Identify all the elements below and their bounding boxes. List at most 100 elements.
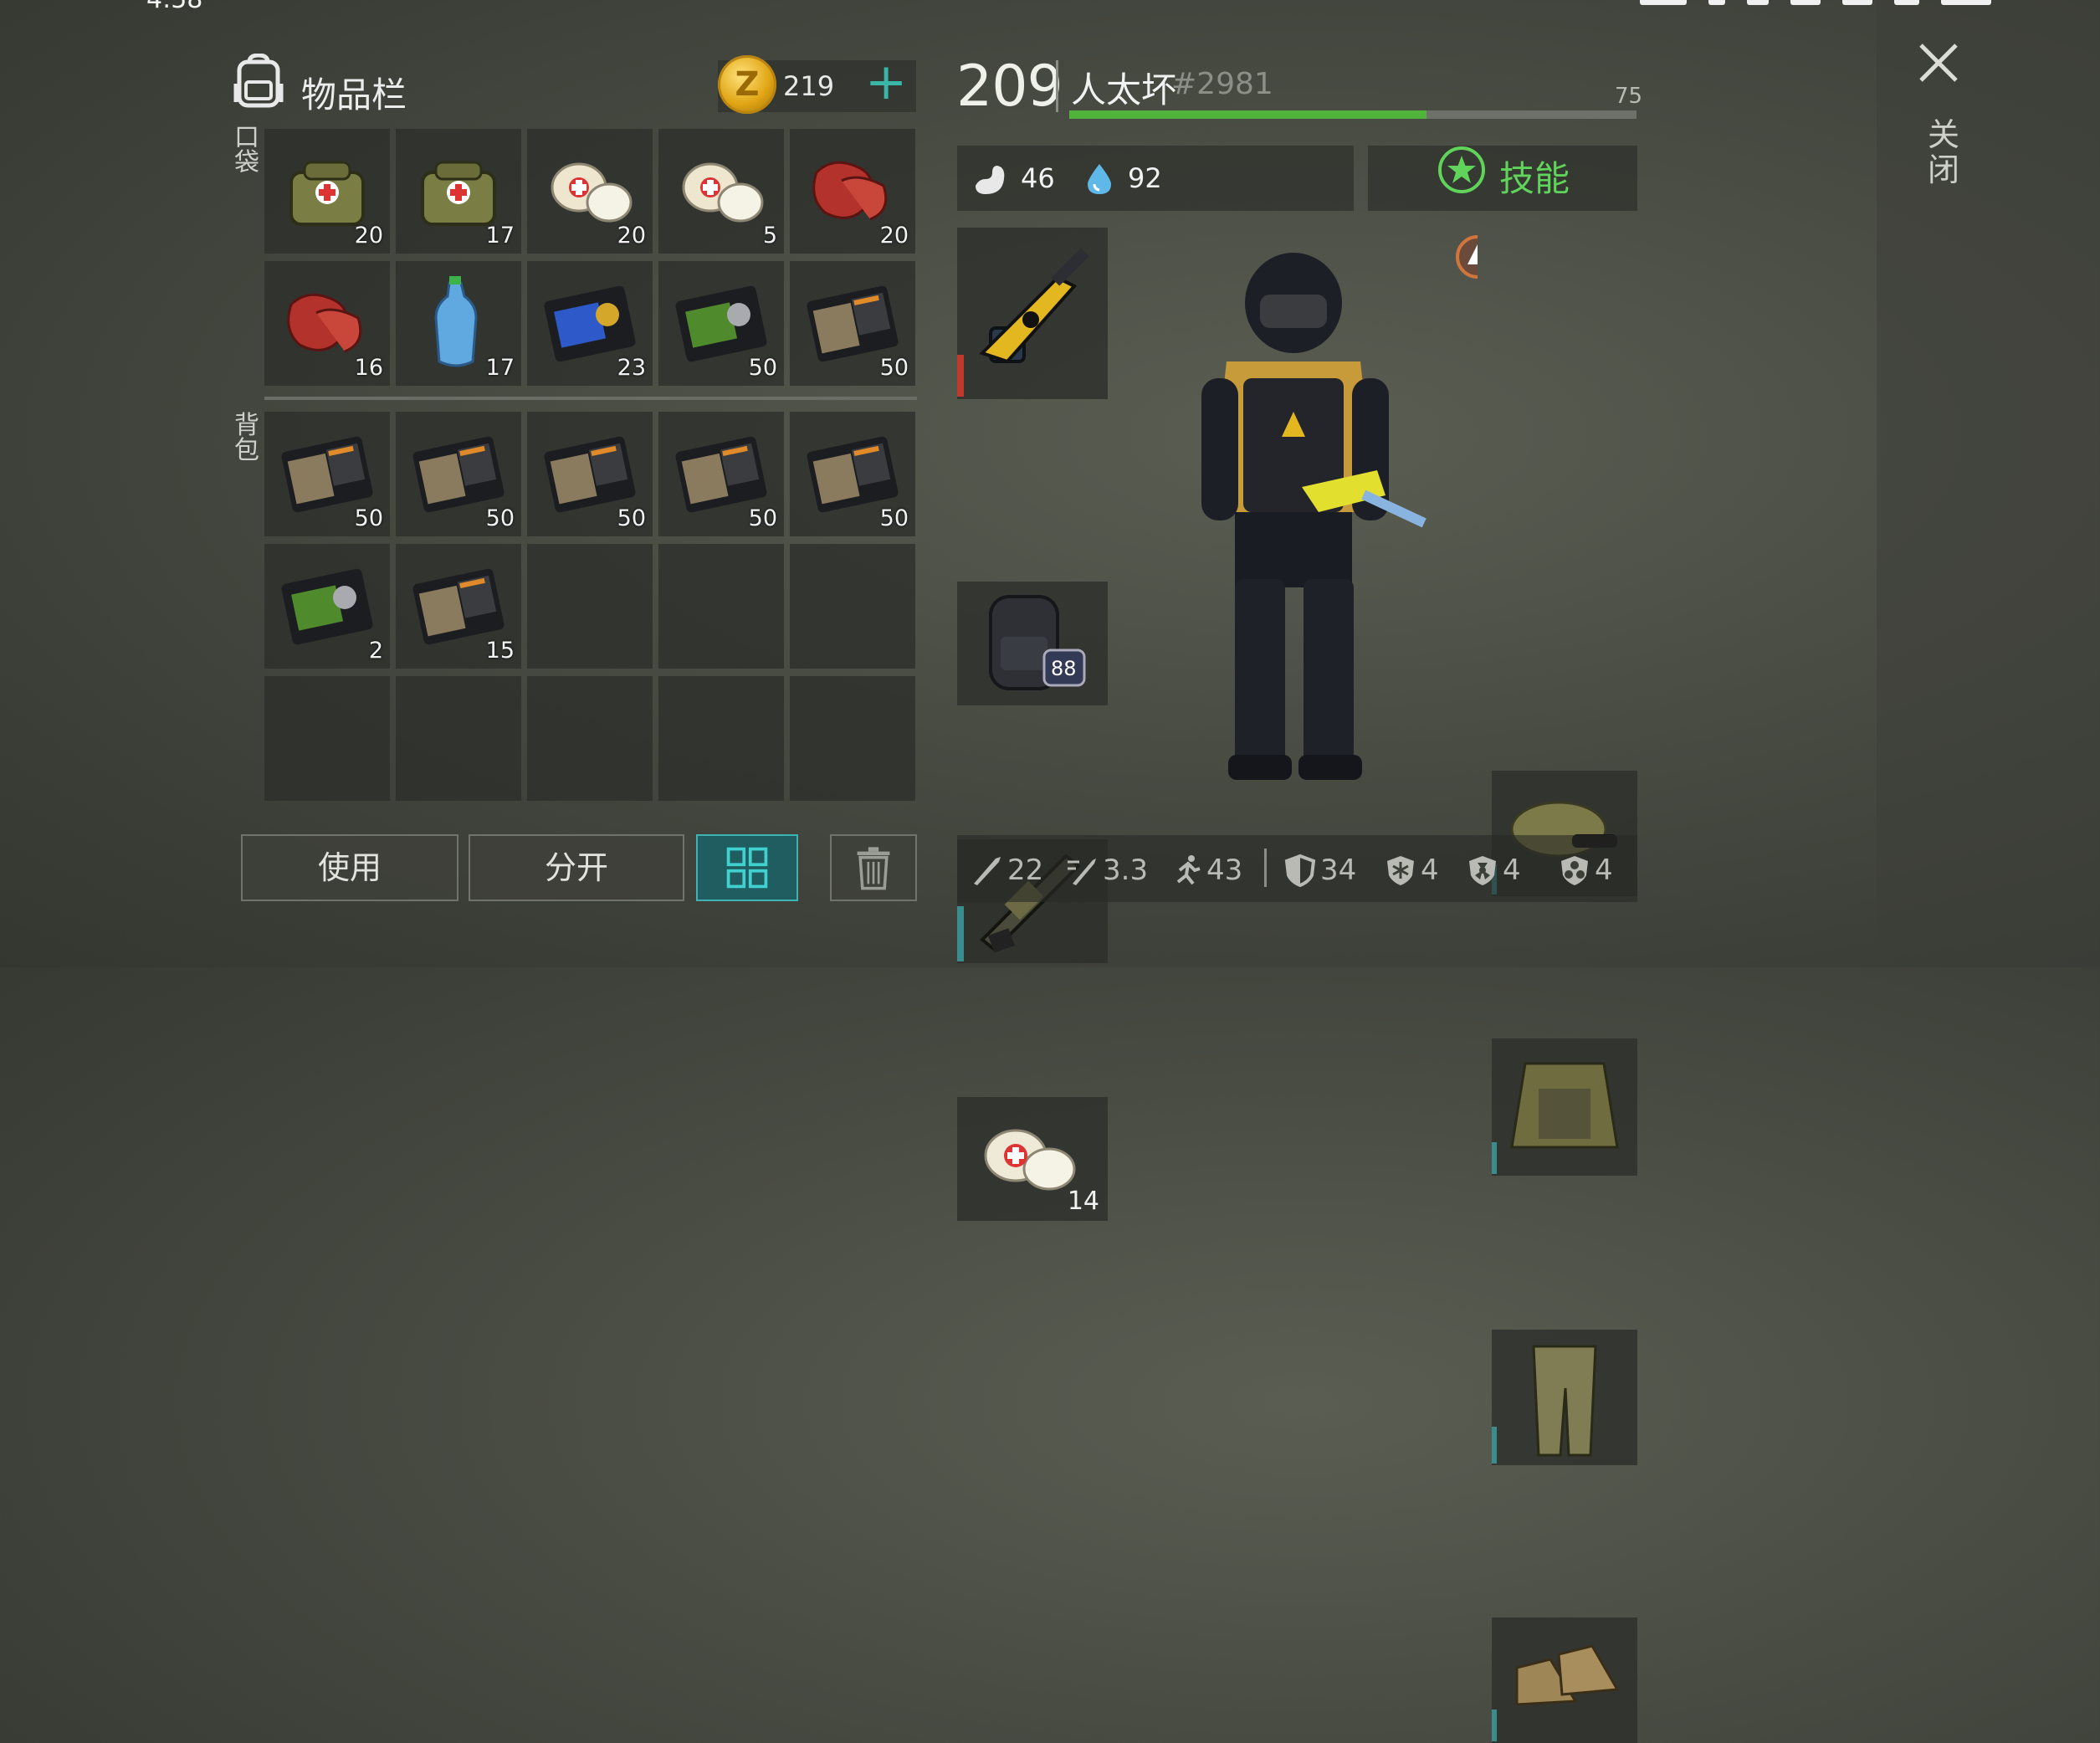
boots-icon (1515, 1644, 1620, 1706)
coin-icon: Z (718, 55, 776, 114)
player-id: #2981 (1171, 67, 1273, 101)
backpack-gear-icon (989, 595, 1086, 690)
backpack-slot-empty[interactable] (790, 544, 915, 669)
backpack-slot-empty[interactable] (658, 676, 784, 801)
smg-weapon-icon (979, 248, 1089, 364)
item-quantity: 5 (762, 223, 777, 249)
backpack-slot-empty[interactable] (527, 676, 653, 801)
stomach-icon (976, 166, 1005, 194)
backpack-slot-empty[interactable] (527, 544, 653, 669)
knife-icon (974, 857, 1001, 885)
item-quantity: 50 (748, 355, 777, 381)
item-quantity: 50 (879, 505, 909, 531)
bio-resist-value: 4 (1595, 854, 1613, 887)
backpack-slot-patrol-officer-card[interactable]: 50 (790, 412, 915, 536)
weapon-slot[interactable] (957, 228, 1108, 399)
armor-value: 34 (1320, 854, 1357, 887)
item-quantity: 17 (485, 355, 515, 381)
item-quantity: 15 (485, 638, 515, 664)
cold-resist-value: 4 (1421, 854, 1439, 887)
move-speed-value: 43 (1206, 854, 1243, 887)
stats-bar: 22 3.3 43 34 4 4 4 (957, 835, 1637, 902)
pocket-slot-bandage[interactable]: 5 (658, 129, 784, 254)
running-icon (1176, 855, 1201, 885)
pocket-slot-police-badge-blue[interactable]: 23 (527, 261, 653, 386)
header-separator (1056, 60, 1058, 112)
xp-max-level: 75 (1615, 84, 1643, 109)
stat-bio-resist: 4 (1558, 854, 1613, 887)
backpack-slot-empty[interactable] (790, 676, 915, 801)
backpack-slot-empty[interactable] (396, 676, 521, 801)
player-name: 人太坏 (1071, 69, 1177, 110)
delete-button[interactable] (830, 834, 917, 901)
pocket-grid: 20 17 20 5 20 16 17 23 50 50 (264, 129, 915, 386)
body-slot[interactable] (1492, 1038, 1637, 1176)
add-coins-button[interactable]: + (865, 57, 907, 109)
backpack-slot-id-card-green[interactable]: 2 (264, 544, 390, 669)
close-label[interactable]: 关闭 (1928, 117, 1959, 187)
xp-bar-fill (1069, 110, 1427, 119)
needs-panel: 46 92 (957, 146, 1354, 211)
player-level: 209 (956, 54, 1063, 120)
shield-icon (1284, 854, 1316, 887)
backpack-slot[interactable]: 88 (957, 582, 1108, 705)
camo-pants-icon (1532, 1345, 1597, 1457)
pocket-slot-raw-meat[interactable]: 16 (264, 261, 390, 386)
item-quantity: 20 (354, 223, 383, 249)
item-quantity: 50 (748, 505, 777, 531)
trash-icon (857, 847, 890, 890)
close-icon[interactable] (1916, 40, 1961, 85)
item-quantity: 50 (354, 505, 383, 531)
backpack-slot-patrol-officer-card[interactable]: 15 (396, 544, 521, 669)
pocket-slot-water-bottle[interactable]: 17 (396, 261, 521, 386)
stat-armor: 34 (1283, 854, 1356, 887)
status-icons (1606, 0, 1991, 10)
use-button[interactable]: 使用 (241, 834, 458, 901)
grid-view-button[interactable] (696, 834, 798, 901)
radiation-shield-icon (1469, 856, 1496, 885)
backpack-icon (233, 54, 284, 108)
item-quantity: 20 (617, 223, 646, 249)
grid-view-icon (726, 847, 768, 889)
id-card-green-icon (281, 568, 373, 645)
bandage-icon (682, 162, 764, 223)
pocket-slot-medical-bag[interactable]: 20 (264, 129, 390, 254)
backpack-slot-patrol-officer-card[interactable]: 50 (396, 412, 521, 536)
quick-item-slot[interactable]: 14 (957, 1097, 1108, 1221)
pocket-slot-raw-meat[interactable]: 20 (790, 129, 915, 254)
item-quantity: 50 (879, 355, 909, 381)
backpack-slot-patrol-officer-card[interactable]: 50 (658, 412, 784, 536)
backpack-level-badge: 88 (1051, 657, 1077, 680)
right-side-band (1877, 0, 2100, 967)
coin-count: 219 (783, 70, 835, 102)
pocket-slot-bandage[interactable]: 20 (527, 129, 653, 254)
item-quantity: 50 (485, 505, 515, 531)
radiation-resist-value: 4 (1503, 854, 1521, 887)
backpack-slot-patrol-officer-card[interactable]: 50 (527, 412, 653, 536)
snowflake-shield-icon (1387, 856, 1414, 885)
quick-item-qty: 14 (1067, 1187, 1099, 1216)
split-button[interactable]: 分开 (469, 834, 684, 901)
legs-slot[interactable] (1492, 1330, 1637, 1465)
stats-separator (1264, 848, 1267, 887)
stat-melee-damage: 22 (971, 854, 1043, 887)
melee-speed-value: 3.3 (1103, 854, 1149, 887)
item-quantity: 16 (354, 355, 383, 381)
stat-move-speed: 43 (1170, 854, 1242, 887)
status-time: 4:58 (146, 0, 202, 14)
stat-radiation-resist: 4 (1466, 854, 1521, 887)
biohazard-shield-icon (1561, 856, 1588, 885)
item-quantity: 2 (368, 638, 383, 664)
feet-slot[interactable] (1492, 1617, 1637, 1743)
backpack-slot-empty[interactable] (658, 544, 784, 669)
pocket-label: 口袋 (234, 123, 259, 177)
inventory-title: 物品栏 (301, 74, 407, 115)
star-icon (1438, 146, 1485, 193)
pocket-slot-id-card-green[interactable]: 50 (658, 261, 784, 386)
pocket-slot-medical-bag[interactable]: 17 (396, 129, 521, 254)
item-quantity: 50 (617, 505, 646, 531)
pocket-slot-patrol-officer-card[interactable]: 50 (790, 261, 915, 386)
stat-melee-speed: 3.3 (1066, 854, 1148, 887)
backpack-slot-patrol-officer-card[interactable]: 50 (264, 412, 390, 536)
backpack-slot-empty[interactable] (264, 676, 390, 801)
